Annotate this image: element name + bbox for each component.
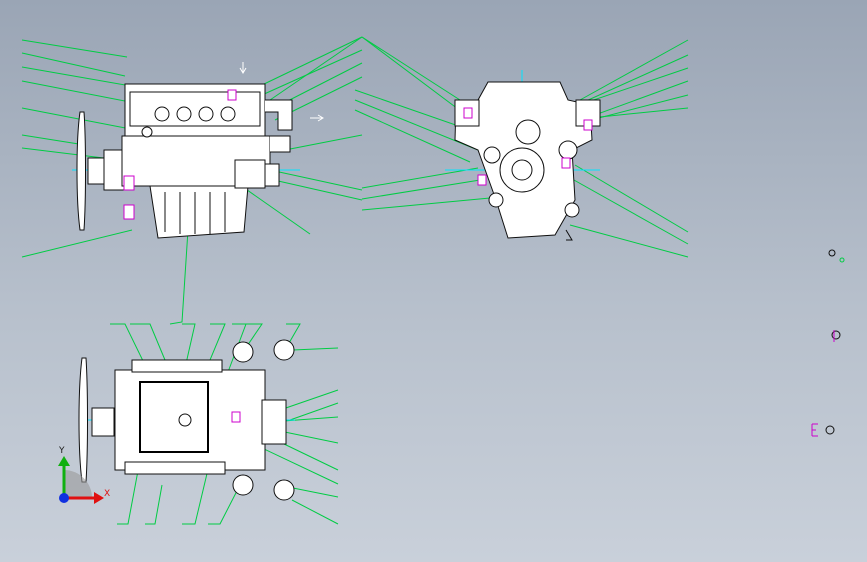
triad-arc xyxy=(64,470,92,498)
fan-hub xyxy=(87,157,105,185)
leader-line xyxy=(261,36,363,86)
filter-cap xyxy=(141,126,153,138)
top-turbo xyxy=(273,479,295,501)
detail-mark xyxy=(831,330,841,340)
top-fan-blade xyxy=(78,357,88,483)
top-pulley xyxy=(91,407,115,437)
leader-line xyxy=(169,229,189,325)
highlighted-fitting xyxy=(561,157,571,169)
leader-line xyxy=(354,89,471,131)
detail-marks xyxy=(811,249,845,437)
top-lower-rail xyxy=(124,461,226,475)
top-injector-rail xyxy=(131,359,223,373)
triad-y-arrowhead xyxy=(58,456,70,466)
fan-blade xyxy=(76,111,86,231)
engine-front-view[interactable] xyxy=(445,70,601,241)
highlighted-fitting xyxy=(227,89,237,101)
idler-pulley xyxy=(483,146,501,164)
leader-line xyxy=(574,164,689,233)
crank-pulley-inner xyxy=(511,159,533,181)
engine-side-view[interactable] xyxy=(72,62,324,239)
leader-line xyxy=(589,107,689,119)
top-filter xyxy=(232,474,254,496)
triad-x-arrowhead xyxy=(94,492,104,504)
highlighted-fitting xyxy=(477,174,487,186)
leader-line xyxy=(579,39,689,101)
leader-line xyxy=(269,169,363,191)
alternator-pulley xyxy=(558,140,578,160)
top-plug xyxy=(178,413,192,427)
leader-line xyxy=(239,184,311,235)
triad-z-axis xyxy=(59,493,69,503)
leader-line xyxy=(130,323,166,361)
lower-pulley xyxy=(564,202,580,218)
leader-line xyxy=(292,347,339,351)
top-flywheel xyxy=(261,399,287,445)
leader-line xyxy=(564,174,689,245)
injector xyxy=(154,106,170,122)
highlighted-sensor xyxy=(123,204,135,220)
highlighted-fitting xyxy=(231,411,241,423)
valve-cover xyxy=(129,91,261,127)
intake-pipe xyxy=(265,99,293,131)
injector xyxy=(198,106,214,122)
triad-x-label: X xyxy=(104,489,110,499)
engine-top-view[interactable] xyxy=(78,339,295,501)
leader-line xyxy=(361,167,479,189)
leader-line xyxy=(21,39,128,58)
top-filter xyxy=(232,341,254,363)
top-turbo xyxy=(273,339,295,361)
leader-line xyxy=(145,484,163,525)
detail-mark xyxy=(811,423,818,437)
top-manifold-box xyxy=(139,381,209,453)
direction-arrow-right xyxy=(310,114,324,122)
water-pump-pulley xyxy=(515,119,541,145)
detail-mark xyxy=(828,249,836,257)
leader-line xyxy=(291,499,339,525)
support-foot xyxy=(565,229,573,241)
leader-line xyxy=(279,389,339,411)
leader-line xyxy=(284,134,363,151)
lower-pulley xyxy=(488,192,504,208)
flange xyxy=(264,163,280,187)
leader-line xyxy=(361,179,481,200)
engine-drawing[interactable]: Y X xyxy=(0,0,867,562)
leader-line xyxy=(110,323,146,366)
highlighted-sensor xyxy=(123,175,135,191)
pulley xyxy=(103,149,125,191)
highlighted-fitting xyxy=(463,107,473,119)
detail-mark xyxy=(839,257,845,263)
injector xyxy=(176,106,192,122)
injector xyxy=(220,106,236,122)
leader-line xyxy=(361,197,491,211)
highlighted-fitting xyxy=(583,119,593,131)
direction-arrow-down xyxy=(239,62,247,74)
cad-viewport[interactable]: Y X xyxy=(0,0,867,562)
leader-line xyxy=(361,36,471,119)
leader-line xyxy=(354,109,471,163)
alternator xyxy=(234,159,266,189)
leader-line xyxy=(264,177,363,201)
leader-line xyxy=(21,229,133,258)
detail-mark xyxy=(825,425,835,435)
leader-line xyxy=(21,134,86,146)
coolant-pipe xyxy=(270,135,291,153)
triad-y-label: Y xyxy=(58,446,65,456)
leader-line xyxy=(21,52,126,77)
leader-line xyxy=(269,36,363,101)
leader-line xyxy=(569,224,689,258)
leader-line xyxy=(361,36,461,101)
